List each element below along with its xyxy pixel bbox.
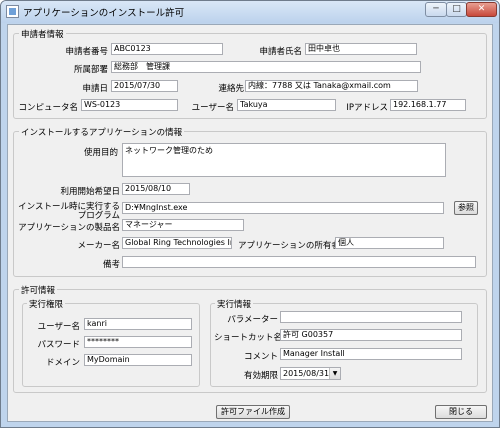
dropdown-arrow-icon[interactable]: ▼ [329, 368, 340, 379]
comment-field[interactable]: Manager Install [280, 348, 462, 360]
start-date-field[interactable]: 2015/08/10 [122, 183, 190, 195]
remarks-label: 備考 [102, 260, 120, 270]
ip-address-label: IPアドレス [346, 103, 388, 113]
applicant-number-field[interactable]: ABC0123 [111, 43, 223, 55]
browse-button[interactable]: 参照 [454, 201, 478, 215]
exec-auth-legend: 実行権限 [27, 298, 66, 310]
app-owner-label: アプリケーションの所有者 [238, 241, 340, 251]
maximize-button[interactable]: □ [446, 2, 467, 17]
computer-name-field[interactable]: WS-0123 [81, 99, 178, 111]
remarks-field[interactable] [122, 256, 476, 268]
expiry-value: 2015/08/31 [283, 369, 330, 378]
expiry-label: 有効期限 [243, 371, 278, 381]
app-owner-field[interactable]: 個人 [335, 237, 444, 249]
parameter-label: パラメーター [227, 315, 278, 325]
applicant-name-label: 申請者氏名 [259, 47, 302, 57]
contact-label: 連絡先 [218, 84, 244, 94]
create-permission-file-button[interactable]: 許可ファイル作成 [216, 405, 290, 419]
application-date-field[interactable]: 2015/07/30 [111, 80, 178, 92]
auth-password-field[interactable]: ******** [84, 336, 192, 348]
applicant-name-field[interactable]: 田中卓也 [305, 43, 417, 55]
exec-program-label-2: プログラム [77, 211, 120, 221]
ip-address-field[interactable]: 192.168.1.77 [390, 99, 466, 111]
product-name-label: アプリケーションの製品名 [18, 223, 120, 233]
window-title: アプリケーションのインストール許可 [23, 8, 185, 19]
purpose-field[interactable]: ネットワーク管理のため [122, 143, 446, 177]
permission-info-legend: 許可情報 [19, 284, 58, 296]
exec-info-legend: 実行情報 [215, 298, 254, 310]
user-name-label: ユーザー名 [191, 103, 234, 113]
app-icon [6, 5, 19, 18]
title-bar: アプリケーションのインストール許可 ─ □ ✕ [1, 1, 499, 23]
purpose-label: 使用目的 [83, 148, 118, 158]
shortcut-name-field[interactable]: 許可 G00357 [280, 329, 462, 341]
auth-domain-label: ドメイン [45, 358, 80, 368]
auth-user-field[interactable]: kanri [84, 318, 192, 330]
auth-user-label: ユーザー名 [37, 322, 80, 332]
expiry-date-picker[interactable]: 2015/08/31 ▼ [280, 367, 341, 380]
minimize-button[interactable]: ─ [425, 2, 447, 17]
department-label: 所属部署 [73, 65, 108, 75]
auth-password-label: パスワード [37, 340, 80, 350]
applicant-number-label: 申請者番号 [65, 47, 108, 57]
user-name-field[interactable]: Takuya [237, 99, 336, 111]
parameter-field[interactable] [280, 311, 462, 323]
start-date-label: 利用開始希望日 [60, 187, 120, 197]
exec-program-field[interactable]: D:¥MngInst.exe [122, 202, 444, 214]
computer-name-label: コンピュータ名 [18, 103, 78, 113]
shortcut-name-label: ショートカット名 [214, 333, 283, 343]
close-button[interactable]: 閉じる [435, 405, 487, 419]
auth-domain-field[interactable]: MyDomain [84, 354, 192, 366]
close-window-button[interactable]: ✕ [466, 2, 497, 17]
application-date-label: 申請日 [82, 84, 108, 94]
applicant-info-legend: 申請者情報 [19, 28, 66, 40]
comment-label: コメント [243, 352, 278, 362]
maker-name-field[interactable]: Global Ring Technologies Inc. [122, 237, 232, 249]
maker-name-label: メーカー名 [77, 241, 120, 251]
client-area: 申請者情報 申請者番号 ABC0123 申請者氏名 田中卓也 所属部署 総務部 … [7, 24, 493, 422]
product-name-field[interactable]: マネージャー [122, 219, 244, 231]
app-info-legend: インストールするアプリケーションの情報 [19, 126, 185, 138]
contact-field[interactable]: 内線：7788 又は Tanaka@xmail.com [245, 80, 418, 92]
application-window: アプリケーションのインストール許可 ─ □ ✕ 申請者情報 申請者番号 ABC0… [0, 0, 500, 428]
department-field[interactable]: 総務部 管理課 [111, 61, 421, 73]
